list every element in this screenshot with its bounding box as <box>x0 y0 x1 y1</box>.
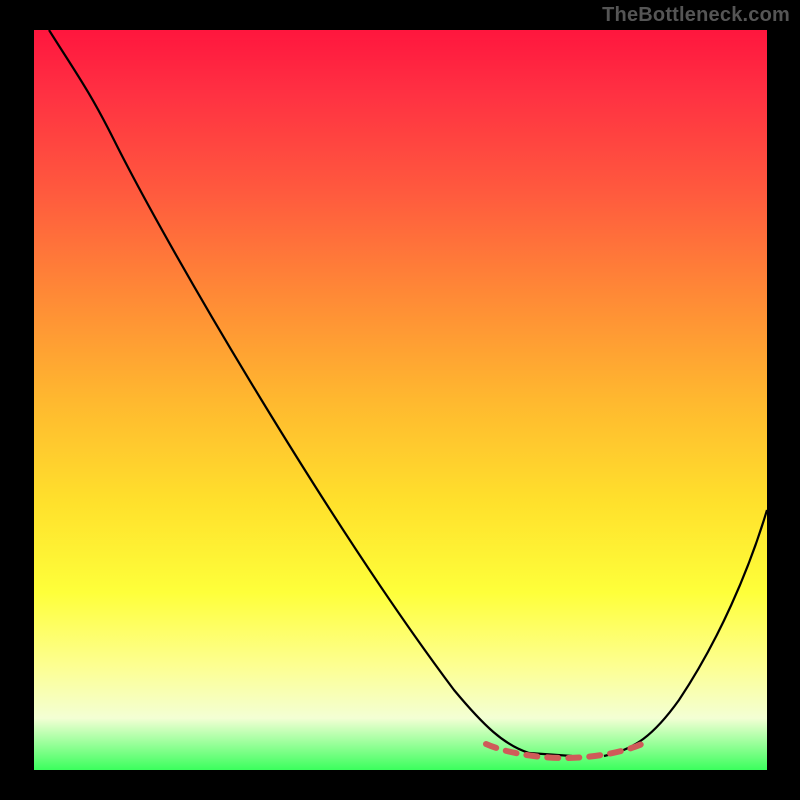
bottleneck-curve-right <box>604 510 767 756</box>
bottleneck-curve-left <box>49 30 572 756</box>
watermark-text: TheBottleneck.com <box>602 4 790 27</box>
plot-area <box>34 30 767 770</box>
curve-layer <box>34 30 767 770</box>
chart-frame: TheBottleneck.com <box>0 0 800 800</box>
